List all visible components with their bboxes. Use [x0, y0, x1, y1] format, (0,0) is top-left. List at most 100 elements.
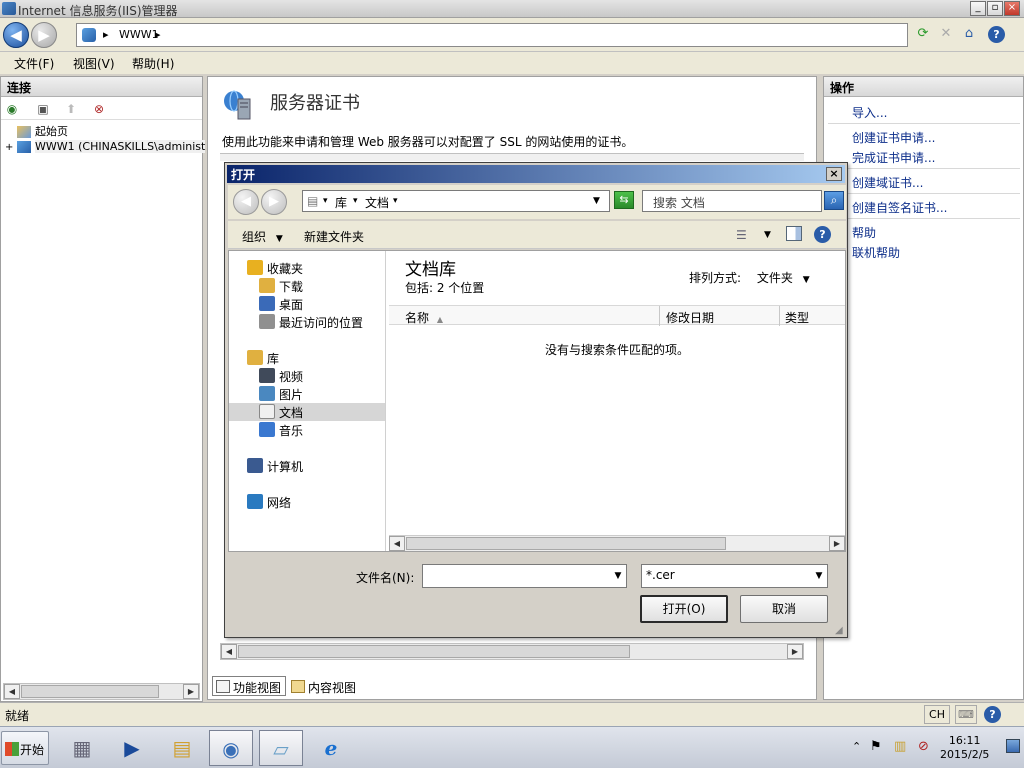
explorer-icon[interactable]: ▤ — [160, 730, 204, 766]
close-window-button[interactable]: × — [1004, 1, 1020, 16]
breadcrumb-dropdown-icon[interactable]: ▾ — [353, 196, 358, 206]
action-help[interactable]: 帮助 — [852, 224, 876, 241]
file-list-hscrollbar[interactable]: ◀ ▶ — [389, 535, 845, 551]
preview-pane-icon[interactable] — [786, 226, 802, 241]
tree-node[interactable]: 起始页 — [5, 123, 68, 139]
filename-input[interactable] — [422, 564, 627, 588]
filetype-dropdown-icon[interactable]: ▼ — [811, 566, 827, 586]
menu-view[interactable]: 视图(V) — [73, 55, 115, 72]
search-icon[interactable]: ⌕ — [824, 191, 844, 210]
restore-button[interactable]: ▫ — [987, 1, 1003, 16]
nav-item[interactable]: 图片 — [229, 385, 385, 403]
open-button[interactable]: 打开(O) — [640, 595, 728, 623]
home-icon[interactable]: ⌂ — [959, 24, 979, 44]
dialog-back-button[interactable]: ◀ — [233, 189, 259, 215]
nav-item[interactable]: 桌面 — [229, 295, 385, 313]
connect-icon[interactable]: ◉ — [4, 101, 20, 117]
disconnect-icon[interactable]: ⊗ — [91, 101, 107, 117]
action-create-cert-request[interactable]: 创建证书申请... — [852, 129, 935, 146]
column-modified-date[interactable]: 修改日期 — [666, 309, 714, 326]
nav-item[interactable]: 网络 — [229, 493, 385, 511]
menu-help[interactable]: 帮助(H) — [132, 55, 174, 72]
breadcrumb-documents[interactable]: 文档 — [365, 194, 389, 211]
nav-item[interactable]: 文档 — [229, 403, 385, 421]
breadcrumb-dropdown-icon[interactable]: ▾ — [393, 196, 398, 206]
help-icon[interactable]: ? — [984, 706, 1001, 723]
column-name[interactable]: 名称 ▲ — [405, 309, 443, 326]
stop-icon[interactable]: ✕ — [936, 24, 956, 44]
breadcrumb-separator[interactable]: ▸ — [155, 28, 161, 41]
resize-grip-icon[interactable]: ◢ — [835, 625, 843, 636]
scroll-right-button[interactable]: ▶ — [787, 644, 803, 659]
language-indicator[interactable]: CH — [924, 705, 950, 724]
up-icon[interactable]: ⬆ — [63, 101, 79, 117]
network-status-icon[interactable]: ▥ — [894, 739, 906, 754]
tree-expander-icon[interactable]: + — [5, 142, 17, 153]
dialog-close-button[interactable]: × — [826, 167, 842, 181]
nav-item[interactable]: 音乐 — [229, 421, 385, 439]
filename-history-dropdown[interactable]: ▼ — [610, 566, 626, 586]
scroll-left-button[interactable]: ◀ — [4, 684, 20, 699]
scroll-thumb[interactable] — [21, 685, 159, 698]
internet-explorer-icon[interactable]: e — [309, 730, 353, 766]
breadcrumb-dropdown-icon[interactable]: ▾ — [323, 196, 328, 206]
scroll-right-button[interactable]: ▶ — [829, 536, 845, 551]
organize-button[interactable]: 组织 ▼ — [242, 228, 283, 245]
scroll-right-button[interactable]: ▶ — [183, 684, 199, 699]
center-hscrollbar[interactable]: ◀ ▶ — [220, 643, 804, 660]
new-folder-button[interactable]: 新建文件夹 — [304, 228, 364, 245]
change-view-icon[interactable]: ☰ — [736, 228, 747, 242]
scroll-thumb[interactable] — [238, 645, 630, 658]
filetype-select[interactable]: *.cer — [641, 564, 828, 588]
action-online-help[interactable]: 联机帮助 — [852, 244, 900, 261]
powershell-icon[interactable]: ▶ — [110, 730, 154, 766]
chevron-down-icon[interactable]: ▼ — [803, 275, 810, 285]
dialog-address-bar[interactable]: ▤ ▾ 库 ▾ 文档 ▾ ▼ — [302, 190, 610, 212]
nav-item[interactable]: 计算机 — [229, 457, 385, 475]
back-button[interactable]: ◀ — [3, 22, 29, 48]
cancel-button[interactable]: 取消 — [740, 595, 828, 623]
column-separator[interactable] — [659, 306, 660, 326]
nav-item[interactable]: 库 — [229, 349, 385, 367]
tab-features-view[interactable]: 功能视图 — [212, 676, 287, 696]
view-options-chevron-icon[interactable]: ▼ — [764, 230, 771, 240]
help-icon[interactable]: ? — [988, 26, 1005, 43]
action-center-flag-icon[interactable]: ⚑ — [870, 739, 882, 754]
column-separator[interactable] — [779, 306, 780, 326]
refresh-icon[interactable]: ⟳ — [913, 24, 933, 44]
menu-file[interactable]: 文件(F) — [14, 55, 54, 72]
minimize-button[interactable]: _ — [970, 1, 986, 16]
action-import[interactable]: 导入... — [852, 104, 887, 121]
connections-hscrollbar[interactable]: ◀ ▶ — [3, 683, 200, 700]
scroll-left-button[interactable]: ◀ — [221, 644, 237, 659]
forward-button[interactable]: ▶ — [31, 22, 57, 48]
iis-manager-taskbar-icon[interactable]: ◉ — [209, 730, 253, 766]
breadcrumb-library[interactable]: 库 — [335, 194, 347, 211]
action-create-self-signed-cert[interactable]: 创建自签名证书... — [852, 199, 947, 216]
column-type[interactable]: 类型 — [785, 309, 809, 326]
address-bar[interactable]: ▸ WWW1 ▸ — [76, 23, 908, 47]
start-button[interactable]: 开始 — [1, 731, 49, 765]
tree-node[interactable]: + WWW1 (CHINASKILLS\administ — [5, 140, 206, 153]
dialog-forward-button[interactable]: ▶ — [261, 189, 287, 215]
show-desktop-button[interactable] — [1006, 739, 1020, 753]
scroll-left-button[interactable]: ◀ — [389, 536, 405, 551]
tab-content-view[interactable]: 内容视图 — [287, 676, 361, 696]
server-manager-icon[interactable]: ▦ — [60, 730, 104, 766]
show-hidden-icons[interactable]: ⌃ — [852, 740, 861, 753]
help-icon[interactable]: ? — [814, 226, 831, 243]
nav-item[interactable]: 下载 — [229, 277, 385, 295]
breadcrumb-separator[interactable]: ▸ — [103, 28, 109, 41]
volume-muted-icon[interactable]: ⊘ — [918, 739, 929, 754]
scroll-thumb[interactable] — [406, 537, 726, 550]
action-complete-cert-request[interactable]: 完成证书申请... — [852, 149, 935, 166]
dialog-search-input[interactable]: 搜索 文档 — [642, 190, 822, 212]
dialog-refresh-button[interactable]: ⇆ — [614, 191, 634, 209]
keyboard-icon[interactable]: ⌨ — [955, 705, 977, 724]
breadcrumb-www1[interactable]: WWW1 — [119, 28, 159, 41]
clock[interactable]: 16:11 2015/2/5 — [940, 734, 989, 762]
notepad-taskbar-icon[interactable]: ▱ — [259, 730, 303, 766]
nav-item[interactable]: 收藏夹 — [229, 259, 385, 277]
arrange-dropdown[interactable]: 文件夹 — [757, 271, 793, 285]
nav-item[interactable]: 视频 — [229, 367, 385, 385]
